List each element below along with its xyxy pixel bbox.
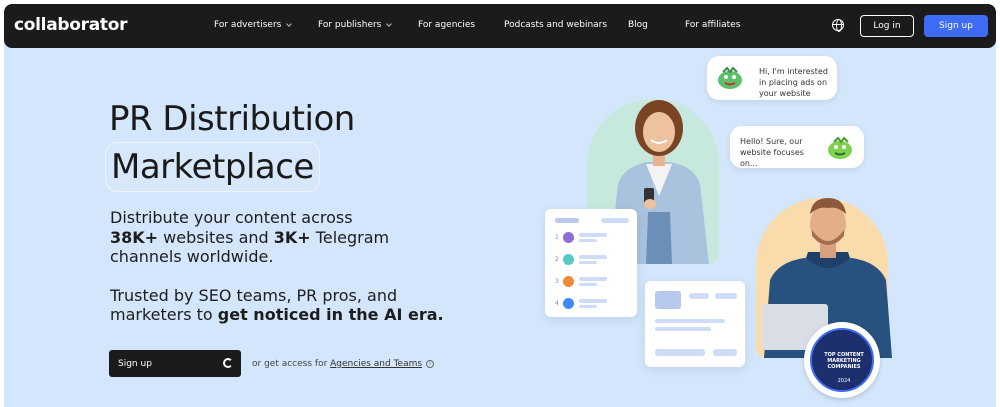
- google-icon: [223, 358, 233, 368]
- text-fragment: Telegram: [310, 228, 390, 247]
- main-menu: For advertisers For publishers For agenc…: [4, 4, 996, 48]
- page: collaborator For advertisers For publish…: [4, 4, 996, 407]
- card-bar: [715, 293, 737, 299]
- trust-highlight: get noticed in the AI era.: [217, 305, 444, 324]
- agencies-teams-link[interactable]: Agencies and Teams: [330, 359, 422, 369]
- list-number: 3: [555, 278, 559, 285]
- text-fragment: or get access for: [252, 359, 331, 369]
- signup-button[interactable]: Sign up: [924, 15, 988, 37]
- award-badge-inner: TOP CONTENT MARKETING COMPANIES 2024: [810, 328, 874, 392]
- menu-item-podcasts[interactable]: Podcasts and webinars: [504, 20, 607, 30]
- list-bar: [579, 283, 597, 286]
- menu-item-affiliates[interactable]: For affiliates: [685, 20, 740, 30]
- card-bar: [689, 293, 709, 299]
- list-bar: [579, 299, 607, 303]
- globe-icon[interactable]: [832, 19, 844, 32]
- card-bar: [655, 319, 725, 323]
- info-icon[interactable]: i: [426, 359, 435, 368]
- list-dot: [563, 298, 574, 309]
- list-bar: [579, 233, 607, 237]
- list-dot: [563, 276, 574, 287]
- publisher-list-card: 1 2 3 4: [545, 209, 637, 317]
- hero-description-line3: channels worldwide.: [110, 247, 274, 266]
- list-bar: [579, 277, 607, 281]
- card-bar: [713, 349, 737, 356]
- menu-item-agencies[interactable]: For agencies: [418, 20, 475, 30]
- card-bar: [655, 349, 705, 356]
- badge-year: 2024: [837, 378, 851, 384]
- chevron-down-icon: [386, 20, 393, 27]
- menu-item-label: For advertisers: [214, 20, 282, 30]
- bubble1-text: Hi, I'm interested in placing ads on you…: [759, 67, 828, 98]
- monster-icon: [718, 66, 742, 89]
- list-number: 2: [555, 256, 559, 263]
- hero-trust-line1: Trusted by SEO teams, PR pros, and: [110, 286, 398, 305]
- list-bar: [579, 305, 597, 308]
- stat-websites: 38K+: [110, 228, 159, 247]
- menu-item-advertisers[interactable]: For advertisers: [214, 20, 293, 30]
- list-number: 4: [555, 300, 559, 307]
- hero-trust-line2: marketers to get noticed in the AI era.: [110, 305, 444, 325]
- list-dot: [563, 254, 574, 265]
- list-bar: [579, 239, 597, 242]
- list-bar: [579, 255, 607, 259]
- cta-label: Sign up: [118, 358, 152, 369]
- card-header-bar: [555, 218, 579, 223]
- text-fragment: websites and: [158, 228, 274, 247]
- card-header-bar: [601, 218, 629, 223]
- hero-description-line2: 38K+ websites and 3K+ Telegram: [110, 228, 389, 248]
- monster-icon: [828, 136, 852, 159]
- card-bar: [655, 327, 711, 331]
- menu-item-label: For affiliates: [685, 20, 741, 30]
- top-nav: collaborator For advertisers For publish…: [4, 4, 996, 48]
- login-button[interactable]: Log in: [860, 15, 914, 37]
- chevron-down-icon: [286, 20, 293, 27]
- access-note: or get access for Agencies and Teams i: [252, 359, 435, 369]
- list-dot: [563, 232, 574, 243]
- hero-description-line1: Distribute your content across: [110, 208, 353, 227]
- badge-text: TOP CONTENT MARKETING COMPANIES: [824, 352, 864, 370]
- card-image-placeholder: [655, 291, 681, 309]
- bubble2-text: Hello! Sure, our website focuses on...: [740, 137, 804, 168]
- list-bar: [579, 261, 597, 264]
- menu-item-label: For publishers: [318, 20, 382, 30]
- award-badge: TOP CONTENT MARKETING COMPANIES 2024: [804, 322, 880, 398]
- chat-bubble-publisher: Hello! Sure, our website focuses on...: [730, 126, 864, 168]
- hero-title-line2: Marketplace: [105, 142, 320, 192]
- chat-bubble-advertiser: Hi, I'm interested in placing ads on you…: [707, 56, 837, 100]
- hero-signup-button[interactable]: Sign up: [109, 350, 241, 377]
- hero-title-line1: PR Distribution: [109, 99, 355, 139]
- menu-item-label: Blog: [628, 20, 648, 30]
- stat-telegram: 3K+: [273, 228, 311, 247]
- list-number: 1: [555, 234, 559, 241]
- text-fragment: marketers to: [110, 305, 218, 324]
- content-preview-card: [645, 281, 745, 367]
- menu-item-publishers[interactable]: For publishers: [318, 20, 393, 30]
- menu-item-label: For agencies: [418, 20, 476, 30]
- menu-item-label: Podcasts and webinars: [504, 20, 608, 30]
- menu-item-blog[interactable]: Blog: [628, 20, 648, 30]
